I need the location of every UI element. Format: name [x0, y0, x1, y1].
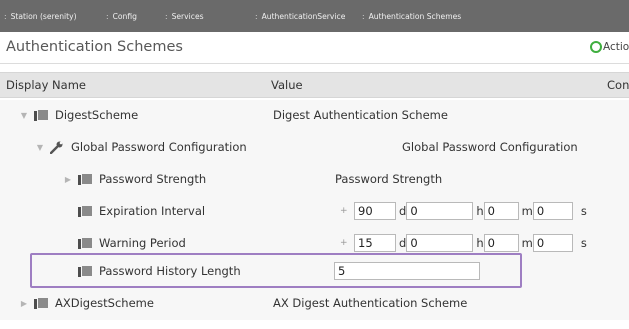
- folder-icon: [34, 297, 49, 309]
- breadcrumb-separator: :: [4, 11, 7, 21]
- tree-node: ▶ Warning Period: [62, 236, 186, 250]
- column-header-config[interactable]: Con: [607, 78, 629, 92]
- collapse-arrow-icon[interactable]: ▶: [62, 175, 74, 184]
- tree-node: ▶ AXDigestScheme: [18, 296, 154, 310]
- row-label: DigestScheme: [55, 108, 139, 122]
- breadcrumb-separator: :: [255, 11, 258, 21]
- sign-toggle[interactable]: +: [340, 238, 354, 248]
- breadcrumb-authentication-schemes[interactable]: : Authentication Schemes: [362, 12, 461, 21]
- hours-unit: h: [476, 204, 484, 218]
- page-title: Authentication Schemes: [6, 39, 183, 55]
- folder-icon: [78, 205, 93, 217]
- hours-unit: h: [476, 236, 484, 250]
- wrench-icon: [50, 141, 63, 154]
- minutes-unit: m: [521, 236, 533, 250]
- table-row[interactable]: ▶ Expiration Interval + d h m s: [0, 196, 629, 228]
- breadcrumb-config[interactable]: : Config: [106, 12, 165, 21]
- seconds-field[interactable]: [532, 202, 573, 220]
- breadcrumb-label: AuthenticationService: [261, 11, 346, 21]
- days-unit: d: [399, 236, 407, 250]
- breadcrumb-label: Config: [112, 11, 137, 21]
- duration-editor: + d h m s: [340, 202, 587, 220]
- tree-node: ▶ Expiration Interval: [62, 204, 205, 218]
- folder-icon: [78, 173, 93, 185]
- breadcrumb-separator: :: [165, 11, 168, 21]
- breadcrumb-label: Station (serenity): [10, 11, 77, 21]
- table-row[interactable]: ▶ AXDigestScheme AX Digest Authenticatio…: [0, 288, 629, 320]
- days-field[interactable]: [354, 234, 396, 252]
- row-value: Digest Authentication Scheme: [273, 108, 448, 122]
- breadcrumb-authentication-service[interactable]: : AuthenticationService: [255, 12, 362, 21]
- breadcrumb-separator: :: [106, 11, 109, 21]
- breadcrumb-label: Authentication Schemes: [368, 11, 462, 21]
- actions-button[interactable]: Actio: [590, 41, 629, 53]
- hours-field[interactable]: [406, 202, 474, 220]
- column-header-value[interactable]: Value: [271, 78, 303, 92]
- row-label: AXDigestScheme: [55, 296, 154, 310]
- tree-node: ▼ DigestScheme: [18, 108, 138, 122]
- duration-editor: + d h m s: [340, 234, 587, 252]
- action-circle-icon: [590, 41, 602, 53]
- breadcrumb-label: Services: [171, 11, 204, 21]
- row-label: Expiration Interval: [99, 204, 206, 218]
- seconds-field[interactable]: [532, 234, 573, 252]
- breadcrumb: : Station (serenity) : Config : Services…: [0, 0, 629, 32]
- seconds-unit: s: [580, 236, 587, 250]
- actions-label: Actio: [603, 41, 629, 53]
- sign-toggle[interactable]: +: [340, 206, 354, 216]
- minutes-unit: m: [521, 204, 533, 218]
- column-header-display-name[interactable]: Display Name: [6, 78, 86, 92]
- table-row[interactable]: ▶ Password Strength Password Strength: [0, 164, 629, 196]
- breadcrumb-services[interactable]: : Services: [165, 12, 255, 21]
- row-label: Global Password Configuration: [71, 140, 247, 154]
- minutes-field[interactable]: [483, 234, 519, 252]
- folder-icon: [34, 109, 49, 121]
- tree-node: ▶ Password Strength: [62, 172, 206, 186]
- seconds-unit: s: [580, 204, 587, 218]
- breadcrumb-station[interactable]: : Station (serenity): [4, 12, 106, 21]
- days-field[interactable]: [354, 202, 396, 220]
- collapse-arrow-icon[interactable]: ▶: [18, 299, 30, 308]
- view-header: Authentication Schemes Actio: [0, 32, 629, 64]
- row-value: Password Strength: [335, 172, 443, 186]
- table-header: Display Name Value Con: [0, 72, 629, 98]
- expand-arrow-icon[interactable]: ▼: [18, 111, 30, 120]
- row-value: Global Password Configuration: [402, 140, 578, 154]
- highlight-box: [30, 253, 522, 288]
- minutes-field[interactable]: [483, 202, 519, 220]
- table-row[interactable]: ▼ DigestScheme Digest Authentication Sch…: [0, 100, 629, 132]
- hours-field[interactable]: [406, 234, 474, 252]
- expand-arrow-icon[interactable]: ▼: [34, 143, 46, 152]
- breadcrumb-separator: :: [362, 11, 365, 21]
- table-row[interactable]: ▼ Global Password Configuration Global P…: [0, 132, 629, 164]
- days-unit: d: [399, 204, 407, 218]
- folder-icon: [78, 237, 93, 249]
- tree-node: ▼ Global Password Configuration: [34, 140, 247, 154]
- row-label: Password Strength: [99, 172, 207, 186]
- row-label: Warning Period: [99, 236, 186, 250]
- row-value: AX Digest Authentication Scheme: [273, 296, 468, 310]
